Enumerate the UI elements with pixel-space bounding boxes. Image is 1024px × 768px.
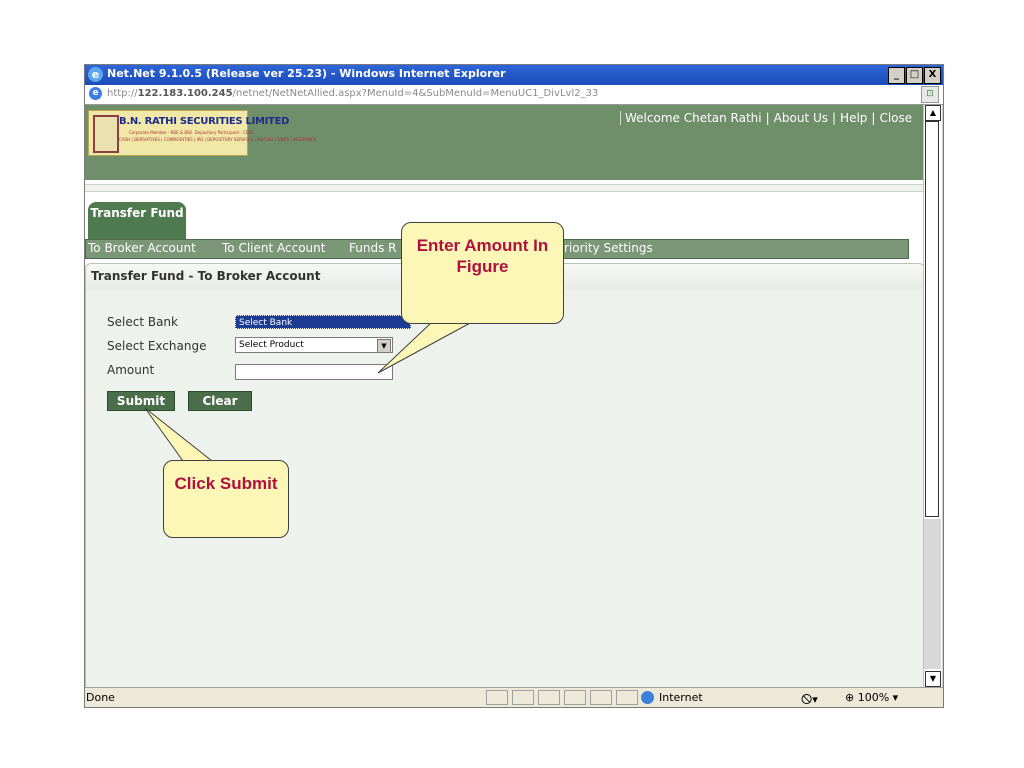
status-pane <box>590 690 612 705</box>
ie-icon: e <box>88 67 103 82</box>
compatibility-view-icon[interactable]: ⊡ <box>921 86 939 103</box>
status-text: Done <box>86 691 115 704</box>
page-icon: e <box>89 87 102 100</box>
scroll-thumb[interactable] <box>925 121 939 517</box>
amount-callout-text: Enter Amount In Figure <box>416 236 549 276</box>
tab-transfer-fund[interactable]: Transfer Fund <box>88 202 186 239</box>
header-links: Welcome Chetan Rathi | About Us | Help | Close <box>620 111 912 125</box>
page-content: B.N. RATHI SECURITIES LIMITED Corporate … <box>85 105 923 687</box>
title-bar: e Net.Net 9.1.0.5 (Release ver 25.23) - … <box>85 65 943 85</box>
select-bank-label: Select Bank <box>107 315 178 329</box>
status-pane <box>486 690 508 705</box>
select-exchange-dropdown[interactable]: Select Product ▼ <box>235 337 393 353</box>
scroll-up-icon[interactable]: ▲ <box>925 105 941 121</box>
globe-icon <box>641 691 654 704</box>
submit-callout: Click Submit <box>163 460 289 538</box>
logo-emblem-icon <box>93 115 119 153</box>
window-title: Net.Net 9.1.0.5 (Release ver 25.23) - Wi… <box>107 67 506 80</box>
submenu-to-broker-account[interactable]: To Broker Account <box>88 241 196 255</box>
status-pane <box>564 690 586 705</box>
about-us-link[interactable]: About Us <box>774 111 828 125</box>
close-button[interactable]: X <box>924 67 941 84</box>
minimize-button[interactable]: _ <box>888 67 905 84</box>
scroll-track[interactable] <box>924 519 941 669</box>
help-link[interactable]: Help <box>840 111 867 125</box>
amount-callout: Enter Amount In Figure <box>401 222 564 324</box>
logo-name: B.N. RATHI SECURITIES LIMITED <box>119 116 290 127</box>
maximize-button[interactable]: □ <box>906 67 923 84</box>
welcome-text: Welcome Chetan Rathi <box>625 111 762 125</box>
vertical-scrollbar[interactable]: ▲ ▼ <box>923 105 942 687</box>
scroll-down-icon[interactable]: ▼ <box>925 671 941 687</box>
protected-mode-icon[interactable]: 🛇▾ <box>801 691 818 707</box>
logo-services: CASH | DERIVATIVES | COMMODITIES | IPO |… <box>119 137 317 142</box>
status-bar: Done Internet 🛇▾ ⊕ 100% ▾ <box>85 687 943 707</box>
section-title: Transfer Fund - To Broker Account <box>91 269 321 283</box>
security-zone: Internet <box>659 691 703 704</box>
address-url[interactable]: http://122.183.100.245/netnet/NetNetAlli… <box>107 88 598 99</box>
status-pane <box>512 690 534 705</box>
zoom-level[interactable]: ⊕ 100% ▾ <box>845 691 898 704</box>
submit-callout-text: Click Submit <box>174 474 278 493</box>
address-bar[interactable]: e http://122.183.100.245/netnet/NetNetAl… <box>85 85 943 105</box>
close-link[interactable]: Close <box>879 111 912 125</box>
select-exchange-label: Select Exchange <box>107 339 207 353</box>
submenu-priority-settings[interactable]: riority Settings <box>564 241 653 255</box>
amount-label: Amount <box>107 363 155 377</box>
company-logo: B.N. RATHI SECURITIES LIMITED Corporate … <box>88 110 316 156</box>
logo-subtitle: Corporate Member : NSE & BSE. Depository… <box>129 130 254 135</box>
status-pane <box>616 690 638 705</box>
header-divider <box>85 184 923 192</box>
submit-button[interactable]: Submit <box>107 391 175 411</box>
submenu-funds[interactable]: Funds R <box>349 241 396 255</box>
site-header: B.N. RATHI SECURITIES LIMITED Corporate … <box>85 105 923 180</box>
amount-input[interactable] <box>235 364 393 380</box>
select-exchange-value: Select Product <box>239 340 304 350</box>
clear-button[interactable]: Clear <box>188 391 252 411</box>
submenu-to-client-account[interactable]: To Client Account <box>222 241 325 255</box>
browser-window: e Net.Net 9.1.0.5 (Release ver 25.23) - … <box>84 64 944 708</box>
select-bank-dropdown[interactable]: Select Bank <box>235 315 411 329</box>
status-pane <box>538 690 560 705</box>
chevron-down-icon[interactable]: ▼ <box>377 339 391 353</box>
